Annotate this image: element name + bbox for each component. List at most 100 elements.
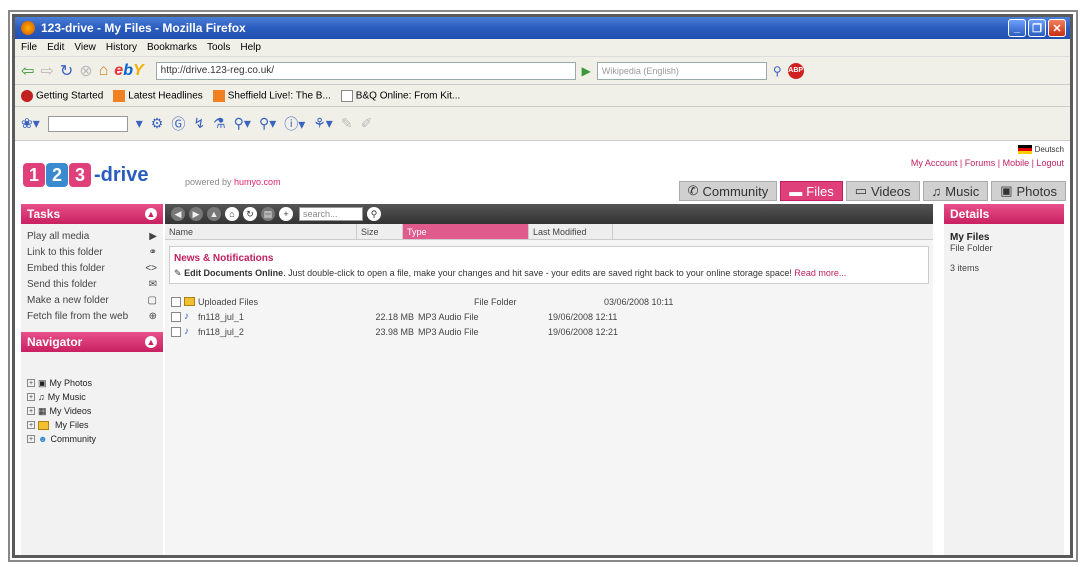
expand-icon[interactable]: + <box>27 393 35 401</box>
navigator-header[interactable]: Navigator ▲ <box>21 332 163 352</box>
ebay-logo[interactable]: ebY <box>114 62 143 80</box>
tool-icon-1[interactable]: ⚙ <box>151 115 164 132</box>
expand-icon[interactable]: + <box>27 379 35 387</box>
col-size[interactable]: Size <box>357 224 403 239</box>
expand-icon[interactable]: + <box>27 435 35 443</box>
task-embed-folder[interactable]: Embed this folder <> <box>21 260 163 276</box>
adblock-icon[interactable]: ABP <box>787 62 804 79</box>
language-switch[interactable]: Deutsch <box>1017 145 1064 154</box>
read-more-link[interactable]: Read more... <box>794 268 846 278</box>
pencil-icon: ✎ <box>174 268 182 278</box>
up-icon[interactable]: ▲ <box>207 207 221 221</box>
clip-icon[interactable]: ✐ <box>361 115 373 132</box>
zoom-out-icon[interactable]: ⚲▾ <box>259 115 276 132</box>
addon-menu-icon[interactable]: ❀▾ <box>21 115 40 132</box>
bookmark-getting-started[interactable]: Getting Started <box>21 89 103 102</box>
music-file-icon: ♪ <box>184 326 189 337</box>
menu-view[interactable]: View <box>74 42 96 53</box>
add-icon[interactable]: + <box>279 207 293 221</box>
row-checkbox[interactable] <box>171 326 181 337</box>
tab-music[interactable]: ♫ Music <box>922 181 989 201</box>
info-icon[interactable]: ⓘ▾ <box>284 114 305 134</box>
search-icon[interactable]: ⚲ <box>367 207 381 221</box>
german-flag-icon <box>1017 145 1032 154</box>
nav-my-files[interactable]: + My Files <box>27 418 157 432</box>
powered-by: powered by humyo.com <box>185 177 281 187</box>
search-input[interactable]: Wikipedia (English) <box>596 61 767 80</box>
task-link-folder[interactable]: Link to this folder ⚭ <box>21 244 163 260</box>
site-logo[interactable]: 1 2 3 -drive <box>23 163 148 187</box>
bookmark-bq-online[interactable]: B&Q Online: From Kit... <box>340 89 460 102</box>
dropdown-icon[interactable]: ▾ <box>136 115 143 132</box>
nav-community[interactable]: + ☻ Community <box>27 432 157 446</box>
refresh-icon[interactable]: ↻ <box>243 207 257 221</box>
menu-bookmarks[interactable]: Bookmarks <box>147 42 197 53</box>
home-icon[interactable]: ⌂ <box>225 207 239 221</box>
nav-my-videos[interactable]: + ▦ My Videos <box>27 404 157 418</box>
url-bar[interactable]: http://drive.123-reg.co.uk/ <box>155 61 576 80</box>
col-type[interactable]: Type <box>403 224 529 239</box>
bookmark-latest-headlines[interactable]: Latest Headlines <box>113 89 203 102</box>
tool-icon-2[interactable]: Ⓖ <box>171 114 185 134</box>
menu-tools[interactable]: Tools <box>207 42 230 53</box>
humyo-link[interactable]: humyo.com <box>234 177 281 187</box>
back-icon[interactable]: ⇦ <box>21 61 34 81</box>
file-row[interactable]: Uploaded Files File Folder 03/06/2008 10… <box>165 294 933 309</box>
row-checkbox[interactable] <box>171 311 181 322</box>
task-new-folder[interactable]: Make a new folder ▢ <box>21 292 163 308</box>
addon-toolbar: ❀▾ ▾ ⚙ Ⓖ ↯ ⚗ ⚲▾ ⚲▾ ⓘ▾ ⚘▾ ✎ ✐ <box>15 107 1070 141</box>
rss-icon <box>212 89 225 102</box>
row-checkbox[interactable] <box>171 296 181 307</box>
forward-icon[interactable]: ⇨ <box>40 61 53 81</box>
nav-my-music[interactable]: + ♫ My Music <box>27 390 157 404</box>
photos-icon: ▣ <box>1000 183 1013 198</box>
task-fetch-web[interactable]: Fetch file from the web ⊕ <box>21 308 163 324</box>
news-title: News & Notifications <box>174 253 274 264</box>
col-name[interactable]: Name <box>165 224 357 239</box>
tool-icon-3[interactable]: ↯ <box>193 115 205 132</box>
file-row[interactable]: ♪ fn118_jul_1 22.18 MB MP3 Audio File 19… <box>165 309 933 324</box>
home-icon[interactable]: ⌂ <box>99 62 109 80</box>
back-icon[interactable]: ◀ <box>171 207 185 221</box>
account-links[interactable]: My Account | Forums | Mobile | Logout <box>911 158 1064 168</box>
stop-icon[interactable]: ⊗ <box>79 61 92 81</box>
forward-icon[interactable]: ▶ <box>189 207 203 221</box>
share-icon[interactable]: ⚘▾ <box>313 115 333 132</box>
tool-icon-4[interactable]: ⚗ <box>213 115 226 132</box>
menu-file[interactable]: File <box>21 42 37 53</box>
nav-my-photos[interactable]: + ▣ My Photos <box>27 376 157 390</box>
videos-icon: ▦ <box>38 405 47 416</box>
tab-files[interactable]: ▬ Files <box>780 181 843 201</box>
view-icon[interactable]: ▤ <box>261 207 275 221</box>
tab-photos[interactable]: ▣ Photos <box>991 181 1066 201</box>
send-icon: ✉ <box>148 278 157 290</box>
logo-digit-1: 1 <box>23 163 45 187</box>
file-row[interactable]: ♪ fn118_jul_2 23.98 MB MP3 Audio File 19… <box>165 324 933 339</box>
tab-community[interactable]: ✆ Community <box>678 181 778 201</box>
menu-history[interactable]: History <box>106 42 137 53</box>
addon-search-input[interactable] <box>47 115 128 132</box>
reload-icon[interactable]: ↻ <box>60 61 73 81</box>
go-icon[interactable]: ▶ <box>582 64 591 78</box>
expand-icon[interactable]: + <box>27 421 35 429</box>
search-icon[interactable]: ⚲ <box>773 64 782 78</box>
menu-help[interactable]: Help <box>240 42 261 53</box>
minimize-icon[interactable]: _ <box>1008 19 1026 37</box>
zoom-icon[interactable]: ⚲▾ <box>234 115 251 132</box>
bookmark-sheffield-live[interactable]: Sheffield Live!: The B... <box>212 89 331 102</box>
menu-edit[interactable]: Edit <box>47 42 64 53</box>
task-send-folder[interactable]: Send this folder ✉ <box>21 276 163 292</box>
pen-icon[interactable]: ✎ <box>341 115 353 132</box>
tasks-header[interactable]: Tasks ▲ <box>21 204 163 224</box>
file-search-input[interactable]: search... <box>299 207 363 221</box>
play-icon: ▶ <box>149 230 157 242</box>
collapse-icon[interactable]: ▲ <box>145 208 157 220</box>
title-bar[interactable]: 123-drive - My Files - Mozilla Firefox _… <box>15 17 1070 39</box>
restore-icon[interactable]: ❐ <box>1028 19 1046 37</box>
expand-icon[interactable]: + <box>27 407 35 415</box>
collapse-icon[interactable]: ▲ <box>145 336 157 348</box>
col-modified[interactable]: Last Modified <box>529 224 613 239</box>
tab-videos[interactable]: ▭ Videos <box>845 181 920 201</box>
task-play-all[interactable]: Play all media ▶ <box>21 228 163 244</box>
close-icon[interactable]: ✕ <box>1048 19 1066 37</box>
